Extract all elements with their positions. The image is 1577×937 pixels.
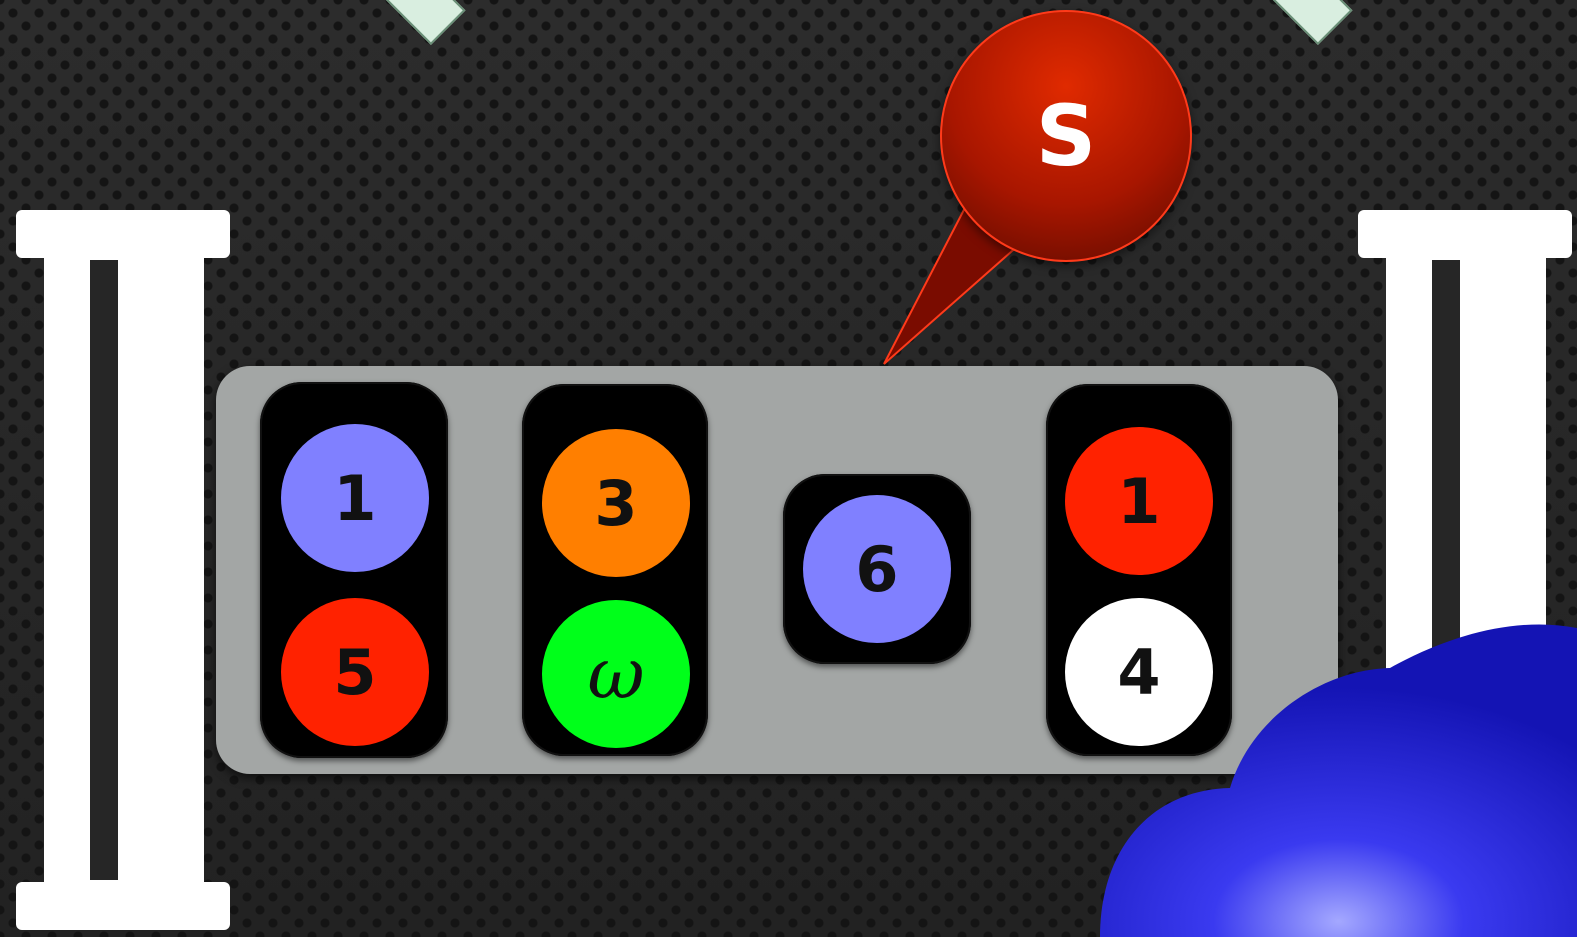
ball[interactable]: 3 [542,429,690,577]
ball-stack-3[interactable]: 6 [783,474,971,664]
ball-label: 1 [333,461,377,535]
left-pillar-groove [90,260,118,880]
speech-bubble: S [940,10,1192,262]
ball-label: 1 [1117,464,1161,538]
left-pillar-cap-bottom [16,882,230,930]
ball-label: ω [587,633,645,715]
ball[interactable]: 1 [1065,427,1213,575]
ball[interactable]: ω [542,600,690,748]
ball-stack-1[interactable]: 1 5 [260,382,448,758]
ball[interactable]: 6 [803,495,951,643]
ball-label: 5 [333,635,377,709]
left-pillar-cap-top [16,210,230,258]
cloud-icon [1100,624,1577,937]
left-pillar-shaft [44,250,204,890]
ball[interactable]: 1 [281,424,429,572]
ball-label: 3 [594,466,638,540]
top-tab-right [1251,0,1353,46]
ball-label: 6 [855,532,899,606]
right-pillar-cap-top [1358,210,1572,258]
speech-bubble-label: S [1035,87,1097,185]
left-pillar [16,210,230,930]
top-tab-left [364,0,466,46]
ball-stack-2[interactable]: 3 ω [522,384,708,756]
ball[interactable]: 5 [281,598,429,746]
